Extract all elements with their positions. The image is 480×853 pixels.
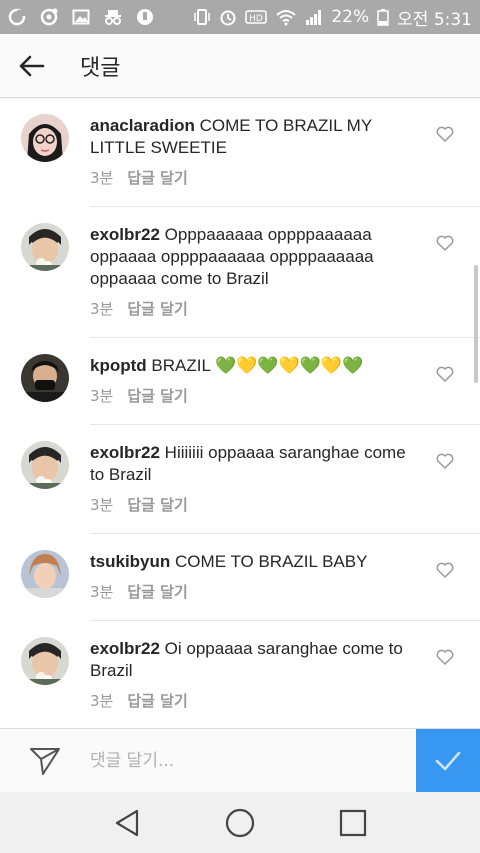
triangle-back-icon <box>115 809 138 836</box>
avatar[interactable] <box>21 223 69 271</box>
heart-icon[interactable] <box>436 649 454 665</box>
comment-item: exolbr22 Hiiiiiii oppaaaa saranghae come… <box>21 425 480 534</box>
comment-list[interactable]: anaclaradion COME TO BRAZIL MY LITTLE SW… <box>0 98 480 728</box>
hd-icon: HD <box>245 10 268 24</box>
system-nav-bar <box>0 792 480 853</box>
comment-meta: 3분 답글 달기 <box>90 690 480 711</box>
comment-username[interactable]: exolbr22 <box>90 443 160 462</box>
status-bar: HD 22% 오전 5:31 <box>0 0 480 34</box>
scrollbar[interactable] <box>474 265 478 383</box>
comment-time: 3분 <box>90 583 114 601</box>
comment-username[interactable]: exolbr22 <box>90 639 160 658</box>
circle-home-icon <box>225 808 255 837</box>
wifi-icon <box>276 10 297 26</box>
comment-body: BRAZIL 💚💛💚💛💚💛💚 <box>151 356 364 375</box>
post-comment-button[interactable] <box>416 729 480 793</box>
signal-icon <box>306 10 322 25</box>
comment-meta: 3분 답글 달기 <box>90 385 480 406</box>
comment-text: exolbr22 Opppaaaaaa oppppaaaaaa oppaaaa … <box>90 207 480 290</box>
page-title: 댓글 <box>80 55 121 81</box>
comment-username[interactable]: tsukibyun <box>90 552 170 571</box>
record-icon <box>40 8 58 26</box>
check-icon <box>435 751 461 771</box>
heart-icon[interactable] <box>436 562 454 578</box>
avatar[interactable] <box>21 637 69 685</box>
comment-item: kpoptd BRAZIL 💚💛💚💛💚💛💚 3분 답글 달기 <box>21 338 480 425</box>
heart-icon[interactable] <box>436 126 454 142</box>
heart-icon[interactable] <box>436 235 454 251</box>
avatar[interactable] <box>21 354 69 402</box>
comment-text: kpoptd BRAZIL 💚💛💚💛💚💛💚 <box>90 338 480 377</box>
nav-home-button[interactable] <box>210 793 270 853</box>
avatar[interactable] <box>21 550 69 598</box>
reply-button[interactable]: 답글 달기 <box>127 298 187 319</box>
comment-input[interactable] <box>90 750 410 771</box>
comment-time: 3분 <box>90 169 114 187</box>
comment-item: tsukibyun COME TO BRAZIL BABY 3분 답글 달기 <box>21 534 480 621</box>
comment-time: 3분 <box>90 387 114 405</box>
reply-button[interactable]: 답글 달기 <box>127 167 187 188</box>
comment-composer <box>0 728 480 793</box>
comment-item: anaclaradion COME TO BRAZIL MY LITTLE SW… <box>21 98 480 207</box>
alarm-icon <box>220 10 236 26</box>
image-icon <box>72 9 90 25</box>
avatar[interactable] <box>21 441 69 489</box>
reply-button[interactable]: 답글 달기 <box>127 581 187 602</box>
battery-icon <box>377 9 389 26</box>
back-button[interactable] <box>0 34 64 98</box>
nav-recents-button[interactable] <box>323 793 383 853</box>
heart-icon[interactable] <box>436 366 454 382</box>
comment-meta: 3분 답글 달기 <box>90 494 480 515</box>
incognito-icon <box>105 10 121 25</box>
comment-body: COME TO BRAZIL BABY <box>175 552 368 571</box>
direct-send-icon[interactable] <box>0 729 90 793</box>
comment-item: exolbr22 Oi oppaaaa saranghae come to Br… <box>21 621 480 728</box>
comment-meta: 3분 답글 달기 <box>90 581 480 602</box>
comment-meta: 3분 답글 달기 <box>90 167 480 188</box>
comment-item: exolbr22 Opppaaaaaa oppppaaaaaa oppaaaa … <box>21 207 480 338</box>
comment-username[interactable]: anaclaradion <box>90 116 195 135</box>
square-recents-icon <box>340 809 367 836</box>
comment-time: 3분 <box>90 300 114 318</box>
battery-percent: 22% <box>331 7 370 27</box>
comment-text: exolbr22 Hiiiiiii oppaaaa saranghae come… <box>90 425 480 486</box>
comment-text: anaclaradion COME TO BRAZIL MY LITTLE SW… <box>90 98 480 159</box>
arrow-left-icon <box>19 55 45 76</box>
heart-icon[interactable] <box>436 453 454 469</box>
svg-text:HD: HD <box>249 14 263 24</box>
comment-time: 3분 <box>90 692 114 710</box>
app-bar: 댓글 <box>0 34 480 98</box>
vibrate-icon <box>194 9 211 25</box>
reply-button[interactable]: 답글 달기 <box>127 690 187 711</box>
reply-button[interactable]: 답글 달기 <box>127 385 187 406</box>
clock: 오전 5:31 <box>397 9 472 30</box>
comment-time: 3분 <box>90 496 114 514</box>
nav-back-button[interactable] <box>97 793 157 853</box>
dnd-icon <box>137 9 153 25</box>
g-icon <box>8 8 26 26</box>
comment-text: exolbr22 Oi oppaaaa saranghae come to Br… <box>90 621 480 682</box>
comment-text: tsukibyun COME TO BRAZIL BABY <box>90 534 480 573</box>
comment-meta: 3분 답글 달기 <box>90 298 480 319</box>
reply-button[interactable]: 답글 달기 <box>127 494 187 515</box>
comment-username[interactable]: kpoptd <box>90 356 147 375</box>
comment-username[interactable]: exolbr22 <box>90 225 160 244</box>
avatar[interactable] <box>21 114 69 162</box>
